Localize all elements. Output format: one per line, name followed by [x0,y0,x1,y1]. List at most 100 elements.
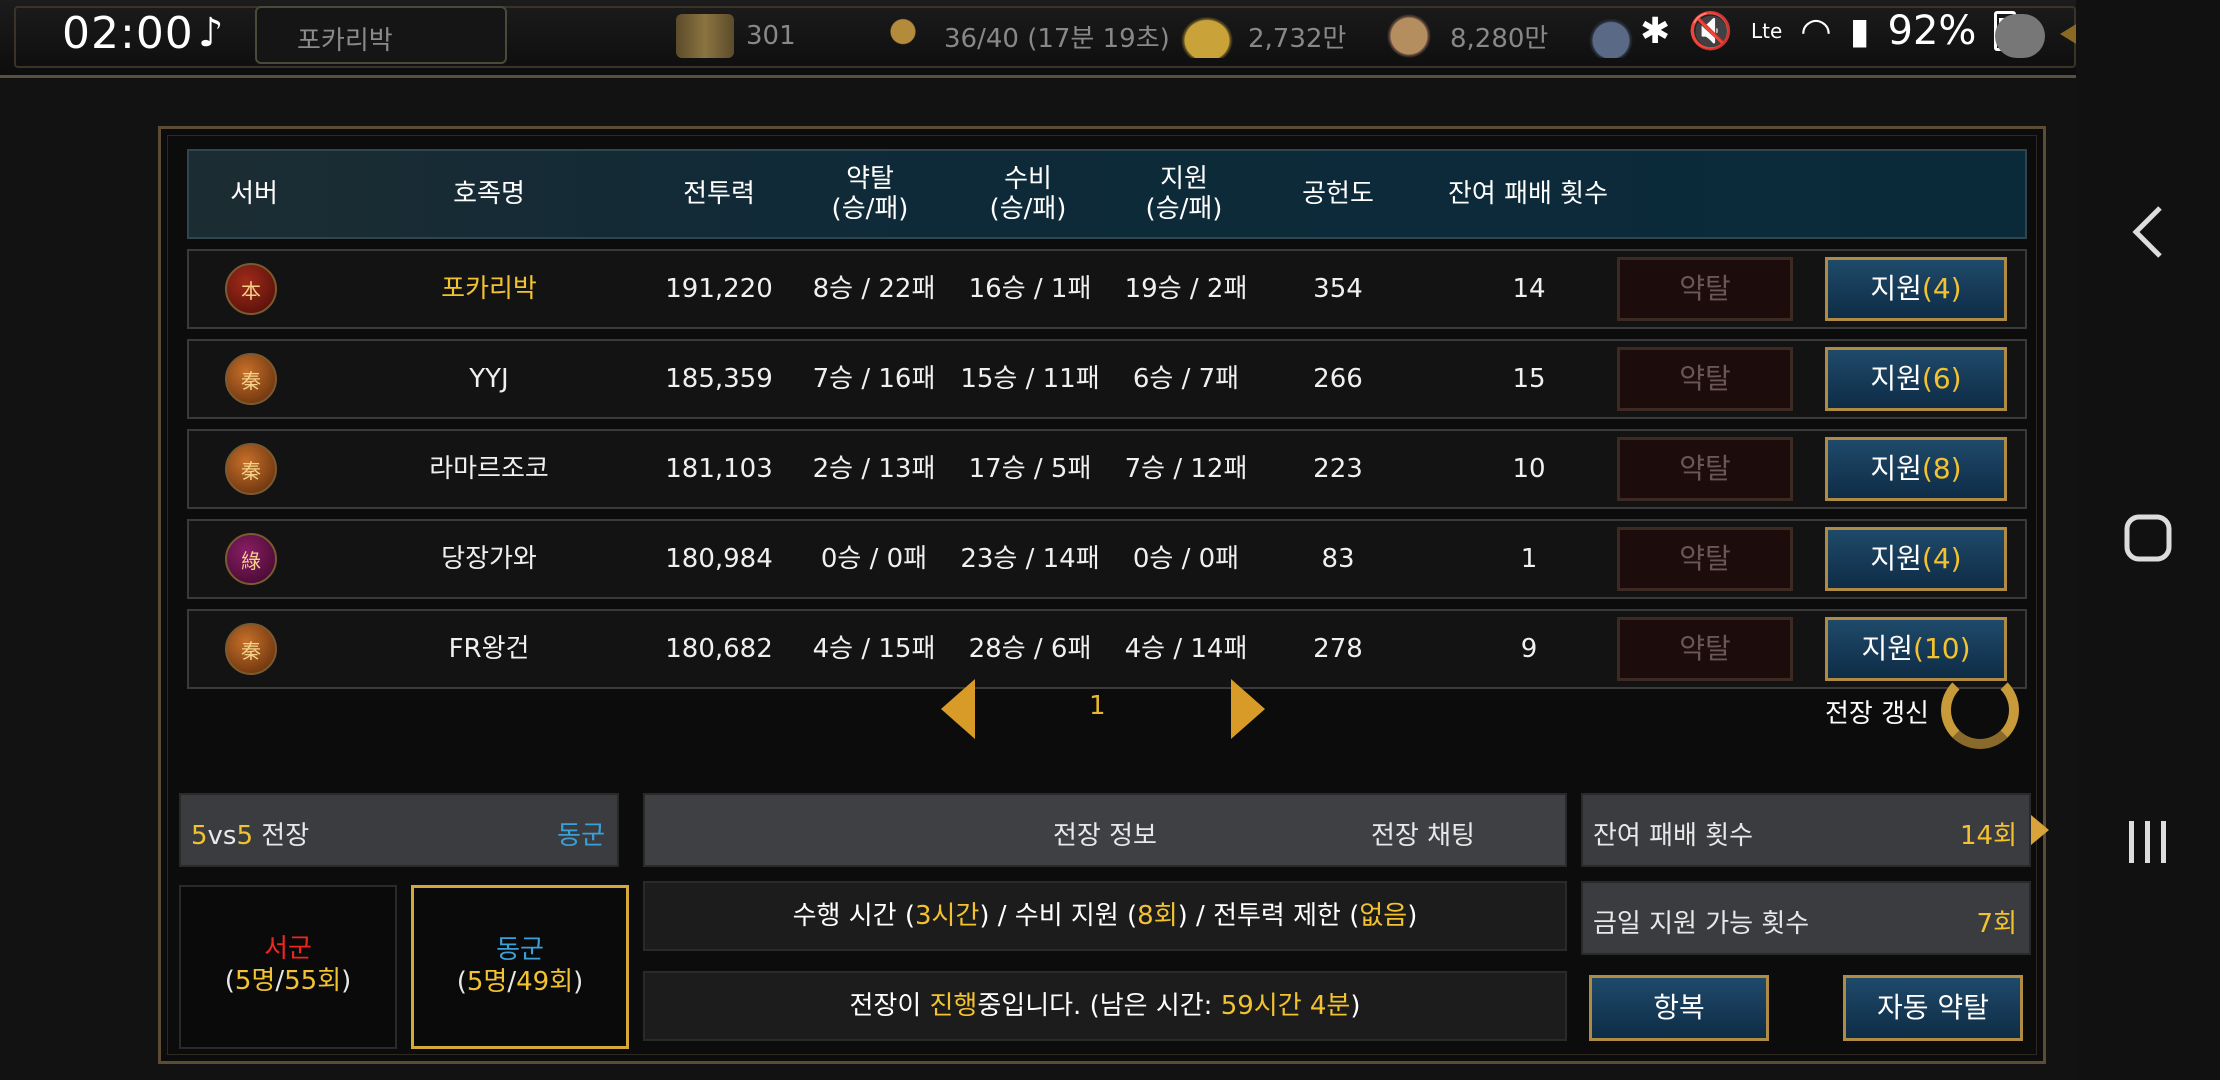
conditions-bar: 수행 시간 (3시간) / 수비 지원 (8회) / 전투력 제한 (없음) [643,881,1567,951]
table-header: 서버 호족명 전투력 약탈 (승/패) 수비 (승/패) 지원 (승/패) 공헌… [187,149,2027,239]
nav-home-icon[interactable] [2116,506,2180,570]
resource-gold[interactable]: 2,732만 [1178,14,1346,58]
raid-button[interactable]: 약탈 [1617,347,1793,411]
resource-food-value: 8,280만 [1450,23,1549,54]
battle-mode-label: 5vs5 전장 [191,821,310,851]
cell-raid: 8승 / 22패 [812,274,936,304]
support-button[interactable]: 지원(6) [1825,347,2007,411]
refresh-label[interactable]: 전장 갱신 [1825,693,1929,730]
raid-button[interactable]: 약탈 [1617,437,1793,501]
cell-contribution: 223 [1313,454,1363,484]
server-emblem-icon: 秦 [225,353,277,405]
resource-food[interactable]: 8,280만 [1380,14,1548,58]
cell-support: 19승 / 2패 [1124,274,1248,304]
support-button[interactable]: 지원(4) [1825,527,2007,591]
auto-raid-button[interactable]: 자동 약탈 [1843,975,2023,1041]
daily-support-label: 금일 지원 가능 횟수 [1593,909,1810,939]
cell-support: 4승 / 14패 [1124,634,1248,664]
daily-support-value: 7회 [1976,909,2017,939]
prev-page-icon[interactable] [941,679,975,739]
resource-stamina[interactable]: 36/40 (17분 19초) [874,14,1170,58]
clan-name: YYJ [469,364,509,394]
refresh-icon[interactable] [1941,671,2019,749]
remaining-losses-label: 잔여 패배 횟수 [1593,821,1754,851]
cell-raid: 0승 / 0패 [820,544,928,574]
battlefield-panel: 서버 호족명 전투력 약탈 (승/패) 수비 (승/패) 지원 (승/패) 공헌… [158,126,2049,1064]
resource-scroll[interactable]: 301 [676,14,796,58]
chat-bubble-icon[interactable] [1995,14,2045,58]
cell-defend: 17승 / 5패 [968,454,1092,484]
clan-name: 당장가와 [441,544,537,574]
team-east-name: 동군 [496,935,544,965]
clan-name: 라마르조코 [429,454,549,484]
header-server: 서버 [230,179,278,209]
table-row: 秦 YYJ 185,359 7승 / 16패 15승 / 11패 6승 / 7패 266 15… [187,339,2027,419]
cell-support: 7승 / 12패 [1124,454,1248,484]
nav-back-icon[interactable] [2116,200,2180,264]
player-name-box[interactable]: 포카리박 [255,6,507,64]
resource-stone[interactable] [1582,14,1640,58]
cell-power: 180,984 [665,544,773,574]
team-west-name: 서군 [264,934,312,964]
mute-icon: 🔇 [1688,11,1733,52]
raid-button[interactable]: 약탈 [1617,617,1793,681]
cell-raid: 4승 / 15패 [812,634,936,664]
support-count: (6) [1921,362,1962,395]
support-button-label: 지원 [1870,452,1922,485]
server-emblem-icon: 綠 [225,533,277,585]
cell-raid: 7승 / 16패 [812,364,936,394]
gold-icon [1178,14,1236,58]
support-button-label: 지원 [1870,542,1922,575]
cell-power: 181,103 [665,454,773,484]
table-row: 本 포카리박 191,220 8승 / 22패 16승 / 1패 19승 / 2패 354 1… [187,249,2027,329]
signal-icon: ▮ [1849,10,1870,52]
support-button-label: 지원 [1861,632,1914,665]
surrender-button[interactable]: 항복 [1589,975,1769,1041]
server-emblem-icon: 秦 [225,623,277,675]
wifi-icon: ◠ [1800,10,1832,52]
table-row: 綠 당장가와 180,984 0승 / 0패 23승 / 14패 0승 / 0패 83 1 약탈… [187,519,2027,599]
server-emblem-icon: 秦 [225,443,277,495]
header-remaining: 잔여 패배 횟수 [1447,179,1609,209]
next-page-icon[interactable] [1231,679,1265,739]
support-button[interactable]: 지원(8) [1825,437,2007,501]
header-contribution: 공헌도 [1302,179,1374,209]
food-icon [1380,14,1438,58]
header-raid-bot: (승/패) [831,194,909,224]
pager: 1 전장 갱신 [161,671,2043,749]
status-clock: 02:00 [62,8,194,59]
cell-support: 0승 / 0패 [1132,544,1240,574]
nav-recents-icon[interactable] [2116,810,2180,874]
header-power: 전투력 [683,179,755,209]
cell-remaining: 9 [1520,634,1538,664]
battle-chat-label[interactable]: 전장 채팅 [1371,815,1475,852]
battery-percent: 92% [1887,8,1977,54]
clan-name: 포카리박 [441,274,537,304]
player-name: 포카리박 [297,26,393,56]
support-button-label: 지원 [1870,362,1922,395]
server-emblem-icon: 本 [225,263,277,315]
header-defend-bot: (승/패) [989,194,1067,224]
raid-button[interactable]: 약탈 [1617,257,1793,321]
support-button[interactable]: 지원(4) [1825,257,2007,321]
cell-power: 180,682 [665,634,773,664]
support-count: (8) [1921,452,1962,485]
cell-defend: 28승 / 6패 [968,634,1092,664]
support-button-label: 지원 [1870,272,1922,305]
lte-icon: Lte [1751,19,1783,43]
daily-support-box: 금일 지원 가능 횟수 7회 [1581,881,2031,955]
raid-button[interactable]: 약탈 [1617,527,1793,591]
resource-gold-value: 2,732만 [1248,23,1347,54]
team-east[interactable]: 동군 (5명/49회) [411,885,629,1049]
cell-contribution: 266 [1313,364,1363,394]
header-clan: 호족명 [453,179,525,209]
support-count: (4) [1921,542,1962,575]
cell-contribution: 354 [1313,274,1363,304]
team-west[interactable]: 서군 (5명/55회) [179,885,397,1049]
battle-info-bar[interactable]: 전장 정보 전장 채팅 [643,793,2049,867]
cell-remaining: 1 [1520,544,1538,574]
cell-power: 191,220 [665,274,773,304]
system-status-icons: ✱ 🔇 Lte ◠ ▮ 92% [1640,8,2017,54]
battle-mode-box: 5vs5 전장 동군 [179,793,619,867]
remaining-losses-value: 14회 [1959,821,2017,851]
